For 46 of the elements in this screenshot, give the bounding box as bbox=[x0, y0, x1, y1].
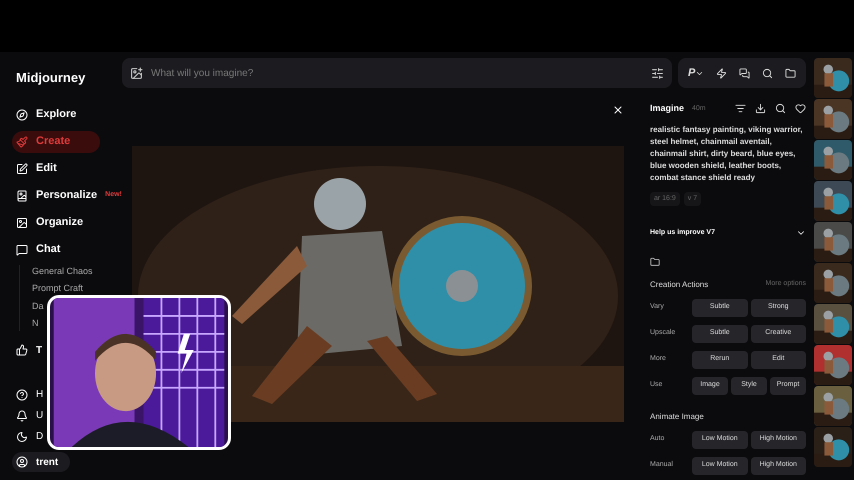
search-field[interactable]: What will you imagine? bbox=[122, 58, 672, 88]
compass-icon bbox=[16, 108, 28, 120]
folder-icon bbox=[784, 68, 796, 78]
panel-title: Imagine bbox=[650, 102, 684, 115]
nav-item[interactable]: H bbox=[16, 387, 44, 402]
prompt-text: realistic fantasy painting, viking warrior, steel helmet, chainmail aventail, chainmail shirt, dirty beard, blue eyes, blue wooden shield, leather boots, combat stance shield ready bbox=[650, 124, 804, 184]
search-icon bbox=[775, 103, 786, 114]
nav-item[interactable]: Explore bbox=[12, 104, 80, 126]
list-icon bbox=[735, 103, 746, 114]
lightning-icon bbox=[716, 68, 728, 78]
nav-item[interactable]: Create bbox=[12, 130, 100, 152]
channel-link[interactable]: N bbox=[32, 317, 38, 330]
nav-item[interactable]: U bbox=[16, 408, 44, 423]
section-title: Creation Actions bbox=[650, 278, 708, 290]
search-icon bbox=[762, 68, 774, 78]
chat-icon bbox=[16, 244, 28, 256]
bell-icon bbox=[16, 410, 28, 422]
heart-icon bbox=[795, 103, 806, 114]
image-icon bbox=[16, 216, 28, 228]
channel-link[interactable]: Prompt Craft bbox=[32, 282, 84, 296]
section-title: Animate Image bbox=[650, 410, 704, 422]
nav-item[interactable]: Edit bbox=[12, 158, 61, 180]
add-image-icon bbox=[130, 66, 143, 80]
help-icon bbox=[16, 388, 28, 400]
brush-icon bbox=[16, 136, 28, 148]
personalize-dropdown[interactable]: P bbox=[688, 64, 704, 82]
nav-item[interactable]: Personalize bbox=[12, 184, 102, 206]
channel-link[interactable]: General Chaos bbox=[32, 264, 93, 278]
user-button[interactable]: trent bbox=[12, 452, 70, 472]
channel-link[interactable]: Da bbox=[32, 300, 44, 313]
nav-item[interactable]: T bbox=[16, 342, 42, 358]
download-icon bbox=[755, 103, 766, 114]
user-icon bbox=[16, 456, 28, 468]
nav-item[interactable]: Chat bbox=[12, 238, 64, 260]
prompt-input[interactable]: What will you imagine? bbox=[151, 66, 643, 80]
chat-icon bbox=[739, 68, 750, 78]
nav-item[interactable]: Organize bbox=[12, 212, 88, 234]
nav-item[interactable]: D bbox=[16, 429, 44, 444]
edit-icon bbox=[16, 162, 28, 174]
book-icon bbox=[16, 190, 28, 202]
folder-icon bbox=[650, 256, 660, 266]
close-icon bbox=[612, 104, 624, 116]
app-logo[interactable]: Midjourney bbox=[16, 68, 110, 88]
thumbs-up-icon bbox=[16, 344, 28, 356]
moon-icon bbox=[16, 430, 28, 442]
settings-icon bbox=[651, 66, 664, 80]
